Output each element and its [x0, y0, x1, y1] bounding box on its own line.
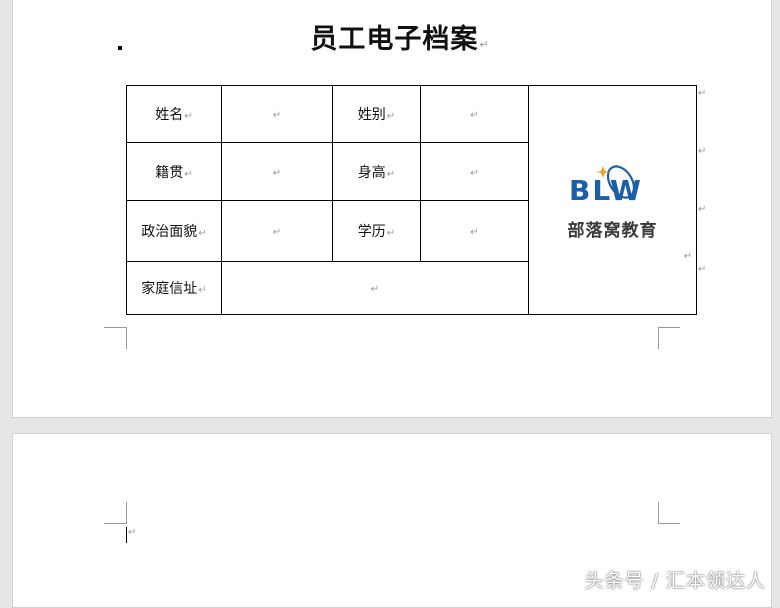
address-value-cell[interactable]: ↵ [221, 261, 529, 315]
paragraph-mark: ↵ [479, 38, 490, 51]
height-value-cell[interactable]: ↵ [420, 142, 529, 201]
cell-mark: ↵ [386, 228, 396, 239]
margin-corner-mark [658, 523, 680, 524]
political-value-cell[interactable]: ↵ [221, 200, 333, 262]
cell-mark: ↵ [470, 227, 479, 238]
row-end-mark: ↵ [698, 146, 707, 157]
row-end-mark: ↵ [698, 264, 707, 275]
cell-mark: ↵ [198, 285, 207, 296]
margin-corner-mark [658, 327, 659, 349]
education-label-cell[interactable]: 学历↵ [332, 200, 421, 262]
cell-mark: ↵ [470, 167, 479, 179]
gender-value-cell[interactable]: ↵ [420, 85, 529, 143]
name-label-cell[interactable]: 姓名↵ [126, 85, 222, 143]
paragraph-mark: ↵ [128, 527, 137, 538]
cell-mark: ↵ [272, 227, 282, 238]
photo-cell[interactable]: BLW 部落窝教育 ↵ [528, 85, 697, 315]
political-label-cell[interactable]: 政治面貌↵ [126, 200, 222, 262]
cell-label: 籍贯 [155, 164, 184, 181]
profile-table[interactable]: 姓名↵ ↵ 姓别↵ ↵ BLW 部落窝教育 ↵ 籍贯↵ ↵ 身高↵ ↵ 政治面貌… [126, 85, 697, 315]
margin-corner-mark [126, 502, 127, 524]
cell-label: 学历 [357, 224, 386, 240]
cell-mark: ↵ [386, 168, 396, 180]
cell-mark: ↵ [272, 167, 282, 179]
cell-mark: ↵ [683, 251, 692, 262]
cell-label: 家庭信址 [141, 281, 198, 297]
company-logo: BLW [569, 164, 643, 207]
hometown-label-cell[interactable]: 籍贯↵ [126, 142, 222, 201]
cell-label: 姓名 [155, 107, 184, 123]
table-row: 姓名↵ ↵ 姓别↵ ↵ BLW 部落窝教育 ↵ [126, 85, 697, 315]
margin-corner-mark [658, 327, 680, 328]
cell-mark: ↵ [470, 110, 479, 121]
cell-mark: ↵ [272, 110, 282, 121]
margin-corner-mark [104, 327, 126, 328]
cell-label: 姓别 [357, 107, 386, 123]
watermark-text: 头条号 / 汇本领达人 [584, 570, 766, 592]
logo-subtext: 部落窝教育 [567, 220, 658, 241]
education-value-cell[interactable]: ↵ [420, 200, 529, 262]
row-end-mark: ↵ [698, 204, 707, 215]
document-title-text[interactable]: 员工电子档案 [310, 24, 478, 55]
gender-label-cell[interactable]: 姓别↵ [332, 85, 421, 143]
cell-mark: ↵ [386, 111, 396, 122]
hometown-value-cell[interactable]: ↵ [221, 142, 333, 201]
name-value-cell[interactable]: ↵ [221, 85, 333, 143]
document-title[interactable]: 员工电子档案↵ [280, 22, 520, 63]
paragraph-bullet [118, 46, 122, 50]
cell-mark: ↵ [184, 168, 193, 180]
cell-label: 政治面貌 [141, 224, 198, 240]
row-end-mark: ↵ [698, 88, 707, 99]
text-cursor [126, 527, 127, 543]
margin-corner-mark [104, 523, 126, 524]
margin-corner-mark [658, 502, 659, 524]
cell-label: 身高 [357, 164, 386, 181]
logo-text: BLW [569, 174, 643, 207]
height-label-cell[interactable]: 身高↵ [332, 142, 421, 201]
cell-mark: ↵ [184, 111, 193, 122]
cell-mark: ↵ [198, 228, 207, 239]
cell-mark: ↵ [370, 284, 380, 295]
address-label-cell[interactable]: 家庭信址↵ [126, 261, 222, 315]
margin-corner-mark [126, 327, 127, 349]
